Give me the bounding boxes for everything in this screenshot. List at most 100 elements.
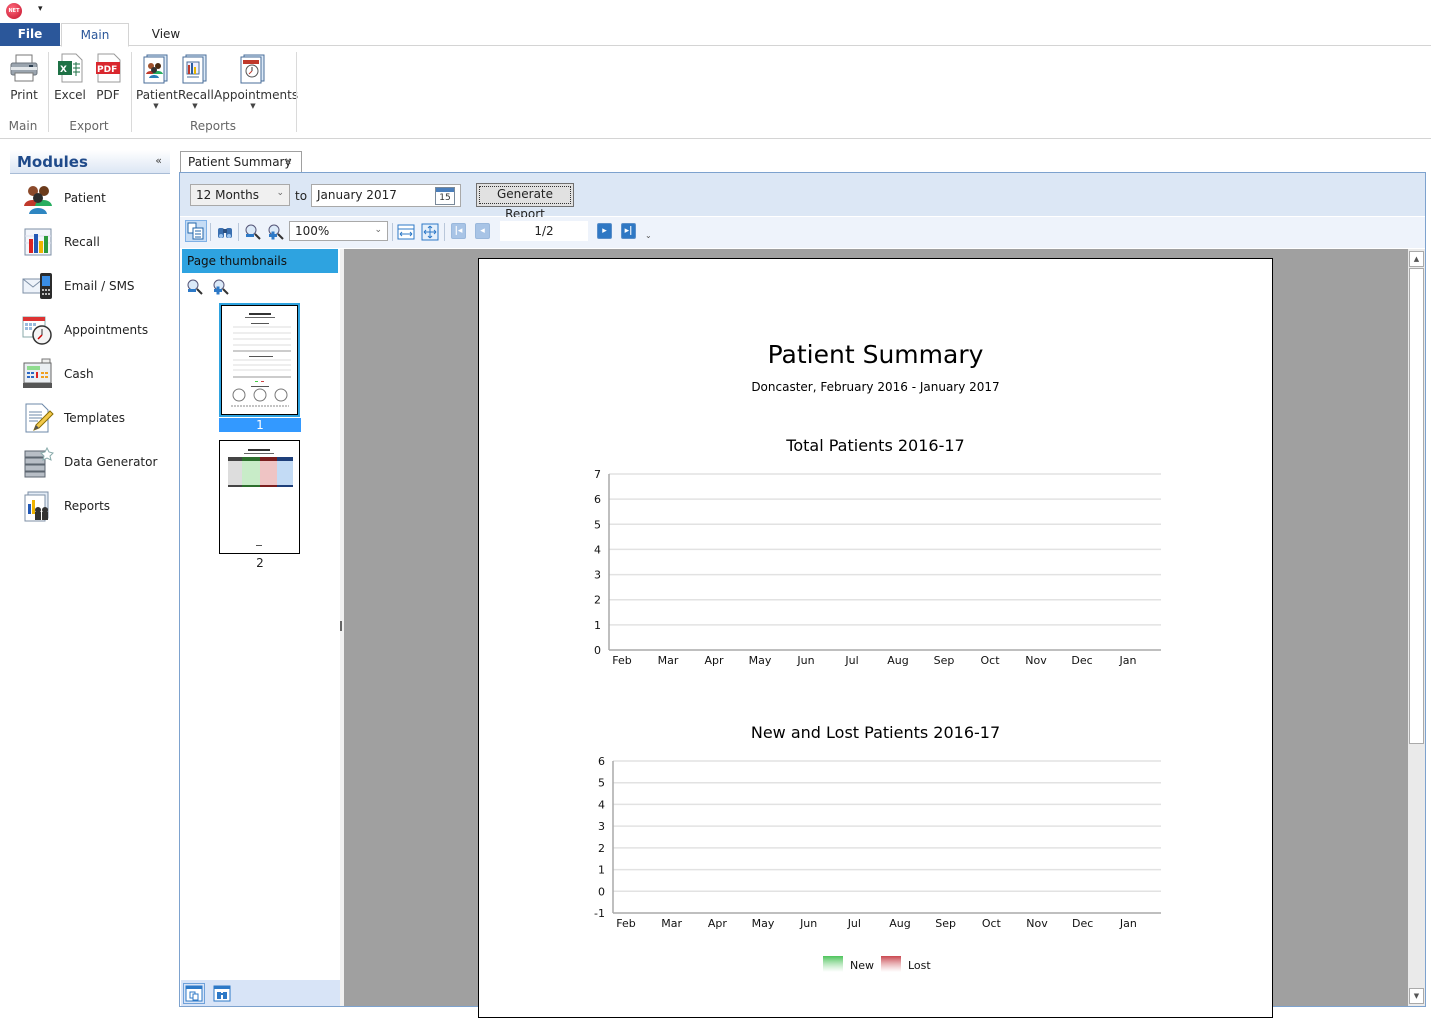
reports-icon <box>22 490 54 522</box>
toolbar-separator <box>210 223 211 241</box>
module-email-sms[interactable]: Email / SMS <box>22 268 135 304</box>
qat-customize-dropdown[interactable]: ▾ <box>38 4 43 14</box>
y-tick-label: 6 <box>594 493 601 506</box>
last-page-button[interactable]: ▸| <box>621 223 636 239</box>
find-button[interactable] <box>215 222 235 242</box>
appointments-report-icon <box>237 52 269 84</box>
module-appointments[interactable]: Appointments <box>22 312 148 348</box>
module-recall[interactable]: Recall <box>22 224 100 260</box>
page-thumbnail-2[interactable] <box>219 440 300 554</box>
modules-title: Modules <box>17 153 88 171</box>
toggle-thumbnails-button[interactable] <box>185 220 207 242</box>
group-label-export: Export <box>69 119 109 133</box>
ribbon-tabs: File Main View <box>0 23 1431 47</box>
dropdown-arrow-icon: ▼ <box>192 102 198 110</box>
module-patient[interactable]: Patient <box>22 180 106 216</box>
previous-page-button[interactable]: ◂ <box>475 223 490 239</box>
tab-view[interactable]: View <box>132 23 200 46</box>
excel-icon: X <box>54 52 86 84</box>
close-tab-icon[interactable]: x <box>285 156 291 167</box>
end-date-value[interactable]: January 2017 <box>317 188 397 202</box>
y-tick-label: 2 <box>594 594 601 607</box>
module-label: Reports <box>64 499 111 513</box>
period-select[interactable]: 12 Months ⌄ <box>190 184 290 206</box>
y-tick-label: 4 <box>594 543 601 556</box>
zoom-out-icon <box>245 224 261 240</box>
binoculars-icon <box>213 985 231 1002</box>
module-data-generator[interactable]: Data Generator <box>22 444 157 480</box>
fit-page-icon <box>421 223 439 241</box>
x-tick-label: Jul <box>844 654 858 667</box>
x-tick-label: May <box>752 917 775 930</box>
pdf-label: PDF <box>96 88 120 102</box>
data-generator-icon <box>22 446 54 478</box>
ribbon: Print X Excel PDF PDF Patient ▼ Recall ▼… <box>0 46 1431 139</box>
thumbnails-view-button[interactable] <box>183 983 205 1004</box>
end-date-picker[interactable]: January 2017 15 <box>311 184 461 207</box>
total-patients-chart: 0 1 2 3 4 5 6 7 Feb Mar Apr May Jun Jul Aug Sep Oct Nov De… <box>594 468 1161 667</box>
page-number-field[interactable]: 1/2 <box>500 221 588 241</box>
module-label: Cash <box>64 367 94 381</box>
x-tick-label: Sep <box>934 654 955 667</box>
module-cash[interactable]: Cash <box>22 356 94 392</box>
pdf-export-button[interactable]: PDF PDF <box>92 52 124 102</box>
toolbar-overflow-icon[interactable]: ⌄ <box>645 231 652 240</box>
page-thumbnail-1[interactable] <box>219 303 300 417</box>
search-view-button[interactable] <box>212 984 232 1003</box>
email-sms-icon <box>22 270 54 302</box>
generate-report-button[interactable]: Generate Report <box>476 183 574 221</box>
print-button[interactable]: Print <box>6 52 42 102</box>
dropdown-arrow-icon: ▼ <box>153 102 159 110</box>
quick-access-toolbar <box>0 0 1431 22</box>
next-page-icon: ▸ <box>602 226 607 236</box>
zoom-in-icon <box>268 224 284 240</box>
module-label: Data Generator <box>64 455 158 469</box>
collapse-panel-button[interactable]: « <box>155 154 162 167</box>
patient-report-button[interactable]: Patient ▼ <box>136 52 178 110</box>
x-tick-label: Nov <box>1025 654 1047 667</box>
scroll-up-button[interactable]: ▲ <box>1409 251 1424 267</box>
x-tick-label: Dec <box>1072 917 1093 930</box>
chevron-down-icon: ⌄ <box>276 188 284 198</box>
dropdown-arrow-icon: ▼ <box>250 102 256 110</box>
page-width-button[interactable] <box>396 222 416 242</box>
tab-file[interactable]: File <box>0 23 60 46</box>
calendar-icon[interactable]: 15 <box>435 187 455 205</box>
x-tick-label: Sep <box>935 917 956 930</box>
y-tick-label: 6 <box>598 755 605 768</box>
legend-label-new: New <box>850 959 874 972</box>
patient-report-icon <box>140 52 172 84</box>
legend-swatch-new <box>823 956 843 972</box>
x-tick-label: Oct <box>982 917 1002 930</box>
thumbnail-zoom-in-button[interactable] <box>211 277 231 297</box>
ribbon-separator <box>48 52 49 132</box>
y-tick-label: 5 <box>594 518 601 531</box>
x-tick-label: Jun <box>799 917 817 930</box>
app-logo-icon[interactable]: NET <box>6 3 22 19</box>
thumbnail-zoom-out-button[interactable] <box>185 277 205 297</box>
module-reports[interactable]: Reports <box>22 488 110 524</box>
first-page-button[interactable]: |◂ <box>451 223 466 239</box>
excel-export-button[interactable]: X Excel <box>54 52 86 102</box>
splitter-grip[interactable] <box>340 621 342 631</box>
zoom-out-button[interactable] <box>243 222 263 242</box>
y-tick-label: 4 <box>598 798 605 811</box>
next-page-button[interactable]: ▸ <box>597 223 612 239</box>
x-tick-label: Mar <box>658 654 679 667</box>
zoom-in-button[interactable] <box>266 222 286 242</box>
whole-page-button[interactable] <box>420 222 440 242</box>
y-tick-label: 7 <box>594 468 601 481</box>
tab-main[interactable]: Main <box>61 23 129 47</box>
scroll-down-button[interactable]: ▼ <box>1409 988 1424 1004</box>
tab-patient-summary[interactable]: Patient Summary x <box>180 151 302 173</box>
appointments-report-button[interactable]: Appointments ▼ <box>214 52 298 110</box>
y-tick-label: 5 <box>598 777 605 790</box>
pdf-icon: PDF <box>92 52 124 84</box>
scrollbar-thumb[interactable] <box>1409 268 1424 744</box>
thumbnail-page-number: 2 <box>256 556 264 570</box>
module-templates[interactable]: Templates <box>22 400 125 436</box>
cash-register-icon <box>22 358 54 390</box>
recall-report-button[interactable]: Recall ▼ <box>178 52 214 110</box>
report-title: Patient Summary <box>767 340 984 369</box>
zoom-select[interactable]: 100% ⌄ <box>289 221 388 241</box>
